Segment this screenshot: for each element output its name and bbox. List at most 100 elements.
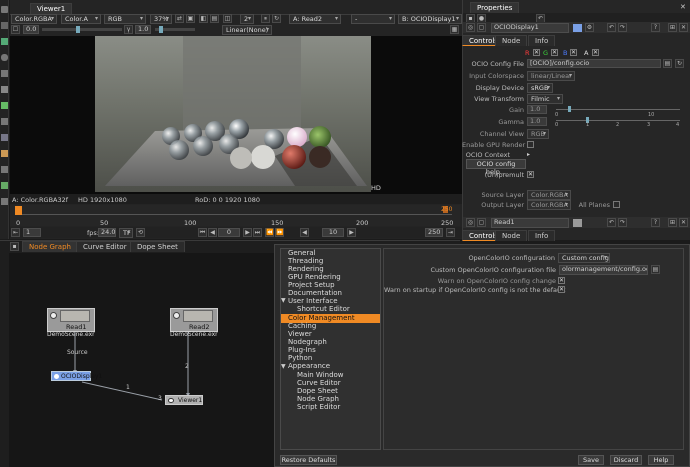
- tool-icon[interactable]: [1, 198, 8, 205]
- current-frame-field[interactable]: 0: [218, 228, 240, 237]
- save-button[interactable]: Save: [578, 455, 604, 465]
- clip-icon[interactable]: ▣: [186, 14, 195, 23]
- pref-item-rendering[interactable]: Rendering: [288, 265, 324, 273]
- alpha-select[interactable]: Color.A: [61, 14, 101, 24]
- pref-item-viewer[interactable]: Viewer: [288, 330, 312, 338]
- read1-help-icon[interactable]: ?: [651, 218, 660, 227]
- pref-item-nodegraph[interactable]: Nodegraph: [288, 338, 327, 346]
- read1-node-name-field[interactable]: Read1: [491, 218, 569, 228]
- tool-icon[interactable]: [1, 38, 8, 45]
- gain-field[interactable]: 0.0: [23, 25, 39, 34]
- settings-gear-icon[interactable]: ⚙: [585, 23, 594, 32]
- read2-node[interactable]: Read2: [170, 308, 218, 332]
- help-node-icon[interactable]: ?: [651, 23, 660, 32]
- browse-file-icon[interactable]: ▤: [651, 265, 660, 274]
- fps-field[interactable]: 24.0: [98, 228, 116, 237]
- pause-icon[interactable]: ⏸: [261, 14, 270, 23]
- ocio-node-name-field[interactable]: OCIODisplay1: [491, 23, 569, 33]
- set-out-icon[interactable]: ⇥: [446, 228, 455, 237]
- viewer-canvas[interactable]: [10, 36, 470, 194]
- node-minimize-icon[interactable]: ▢: [477, 23, 486, 32]
- pref-item-project-setup[interactable]: Project Setup: [288, 281, 335, 289]
- checker-icon[interactable]: ▦: [450, 25, 459, 34]
- read1-minimize-icon[interactable]: ▢: [477, 218, 486, 227]
- pref-item-curve-editor[interactable]: Curve Editor: [297, 379, 341, 387]
- warn-change-checkbox[interactable]: ✕: [558, 277, 565, 284]
- pref-item-appearance[interactable]: Appearance: [288, 362, 330, 370]
- pref-item-caching[interactable]: Caching: [288, 322, 316, 330]
- discard-button[interactable]: Discard: [610, 455, 642, 465]
- tab-curve-editor[interactable]: Curve Editor: [76, 241, 134, 252]
- tool-icon[interactable]: [1, 166, 8, 173]
- gamma-field[interactable]: 1.0: [135, 25, 151, 34]
- restore-defaults-button[interactable]: Restore Defaults: [280, 455, 337, 465]
- first-frame-field[interactable]: 1: [23, 228, 41, 237]
- timeline[interactable]: [10, 205, 460, 226]
- read1-undo-icon[interactable]: ↶: [607, 218, 616, 227]
- read1-float-icon[interactable]: ⊞: [668, 218, 677, 227]
- gain-field-prop[interactable]: 1.0: [527, 105, 547, 114]
- wipe-select[interactable]: -: [351, 14, 395, 24]
- increment-field[interactable]: 10: [322, 228, 344, 237]
- viewer-node[interactable]: Viewer1: [165, 395, 203, 405]
- tab-node-graph[interactable]: Node Graph: [22, 241, 78, 252]
- source-layer-select[interactable]: Color.RGBA: [527, 190, 571, 200]
- channel-r-checkbox[interactable]: ✕: [533, 49, 540, 56]
- ocio-node[interactable]: OCIODisplay1: [51, 371, 102, 381]
- ocio-context-expand-icon[interactable]: ▸: [527, 151, 530, 158]
- channel-view-select[interactable]: RGB: [527, 129, 549, 139]
- pref-item-threading[interactable]: Threading: [288, 257, 323, 265]
- sync-icon[interactable]: ⇄: [175, 14, 184, 23]
- tool-icon[interactable]: [1, 54, 8, 61]
- pref-item-plug-ins[interactable]: Plug-Ins: [288, 346, 316, 354]
- read1-node[interactable]: Read1: [47, 308, 95, 332]
- tool-icon[interactable]: [1, 118, 8, 125]
- first-frame-icon[interactable]: ⏮: [198, 228, 207, 237]
- pref-item-shortcut-editor[interactable]: Shortcut Editor: [297, 305, 350, 313]
- set-in-icon[interactable]: ⇤: [11, 228, 20, 237]
- close-node-icon[interactable]: ✕: [679, 23, 688, 32]
- play-forward-icon[interactable]: ▶: [243, 228, 252, 237]
- tool-icon[interactable]: [1, 22, 8, 29]
- config-file-reload-icon[interactable]: ↻: [675, 59, 684, 68]
- output-layer-select[interactable]: Color.RGBA: [527, 200, 571, 210]
- tool-icon[interactable]: [1, 6, 8, 13]
- help-button[interactable]: Help: [648, 455, 674, 465]
- gain-toggle-icon[interactable]: ☐: [11, 25, 20, 34]
- zoom-select[interactable]: 37%: [150, 14, 172, 24]
- pref-item-color-management[interactable]: Color Management: [288, 314, 355, 322]
- tf-select[interactable]: TF: [119, 228, 133, 238]
- proxy-icon[interactable]: ▤: [210, 14, 219, 23]
- unpremult-checkbox[interactable]: ✕: [527, 171, 534, 178]
- refresh-icon[interactable]: ↻: [272, 14, 281, 23]
- overlay-icon[interactable]: ◫: [223, 14, 232, 23]
- close-panel-icon[interactable]: ✕: [680, 3, 686, 11]
- tool-icon[interactable]: [1, 102, 8, 109]
- gamma-field-prop[interactable]: 1.0: [527, 117, 547, 126]
- tab-read-info[interactable]: Info: [528, 230, 556, 241]
- pref-item-dope-sheet[interactable]: Dope Sheet: [297, 387, 338, 395]
- view-transform-select[interactable]: Filmic: [527, 94, 563, 104]
- input-b-select[interactable]: B: OCIODisplay1: [398, 14, 462, 24]
- pref-item-documentation[interactable]: Documentation: [288, 289, 342, 297]
- tab-info[interactable]: Info: [528, 35, 556, 46]
- input-colorspace-select[interactable]: linear/Linear: [527, 71, 575, 81]
- loop-icon[interactable]: ⟲: [136, 228, 145, 237]
- enable-gpu-checkbox[interactable]: [527, 141, 534, 148]
- tab-viewer[interactable]: Viewer1: [30, 3, 73, 14]
- tool-icon[interactable]: [1, 86, 8, 93]
- gamma-slider-prop[interactable]: [556, 120, 680, 121]
- tab-properties[interactable]: Properties: [470, 2, 520, 13]
- node-color-swatch[interactable]: [573, 24, 582, 32]
- gain-slider-prop-handle[interactable]: [568, 106, 571, 112]
- layer-select[interactable]: Color.RGBA: [11, 14, 57, 24]
- pref-item-main-window[interactable]: Main Window: [297, 371, 344, 379]
- panel-menu-icon[interactable]: ▪: [10, 242, 19, 251]
- next-keyframe-icon[interactable]: ⏩: [275, 228, 284, 237]
- read1-center-icon[interactable]: ◎: [466, 218, 475, 227]
- tab-dope-sheet[interactable]: Dope Sheet: [130, 241, 185, 252]
- gain-slider-handle[interactable]: [76, 26, 80, 33]
- gain-slider[interactable]: [42, 26, 122, 33]
- ocio-help-button[interactable]: OCIO config help...: [466, 159, 526, 176]
- pref-item-general[interactable]: General: [288, 249, 316, 257]
